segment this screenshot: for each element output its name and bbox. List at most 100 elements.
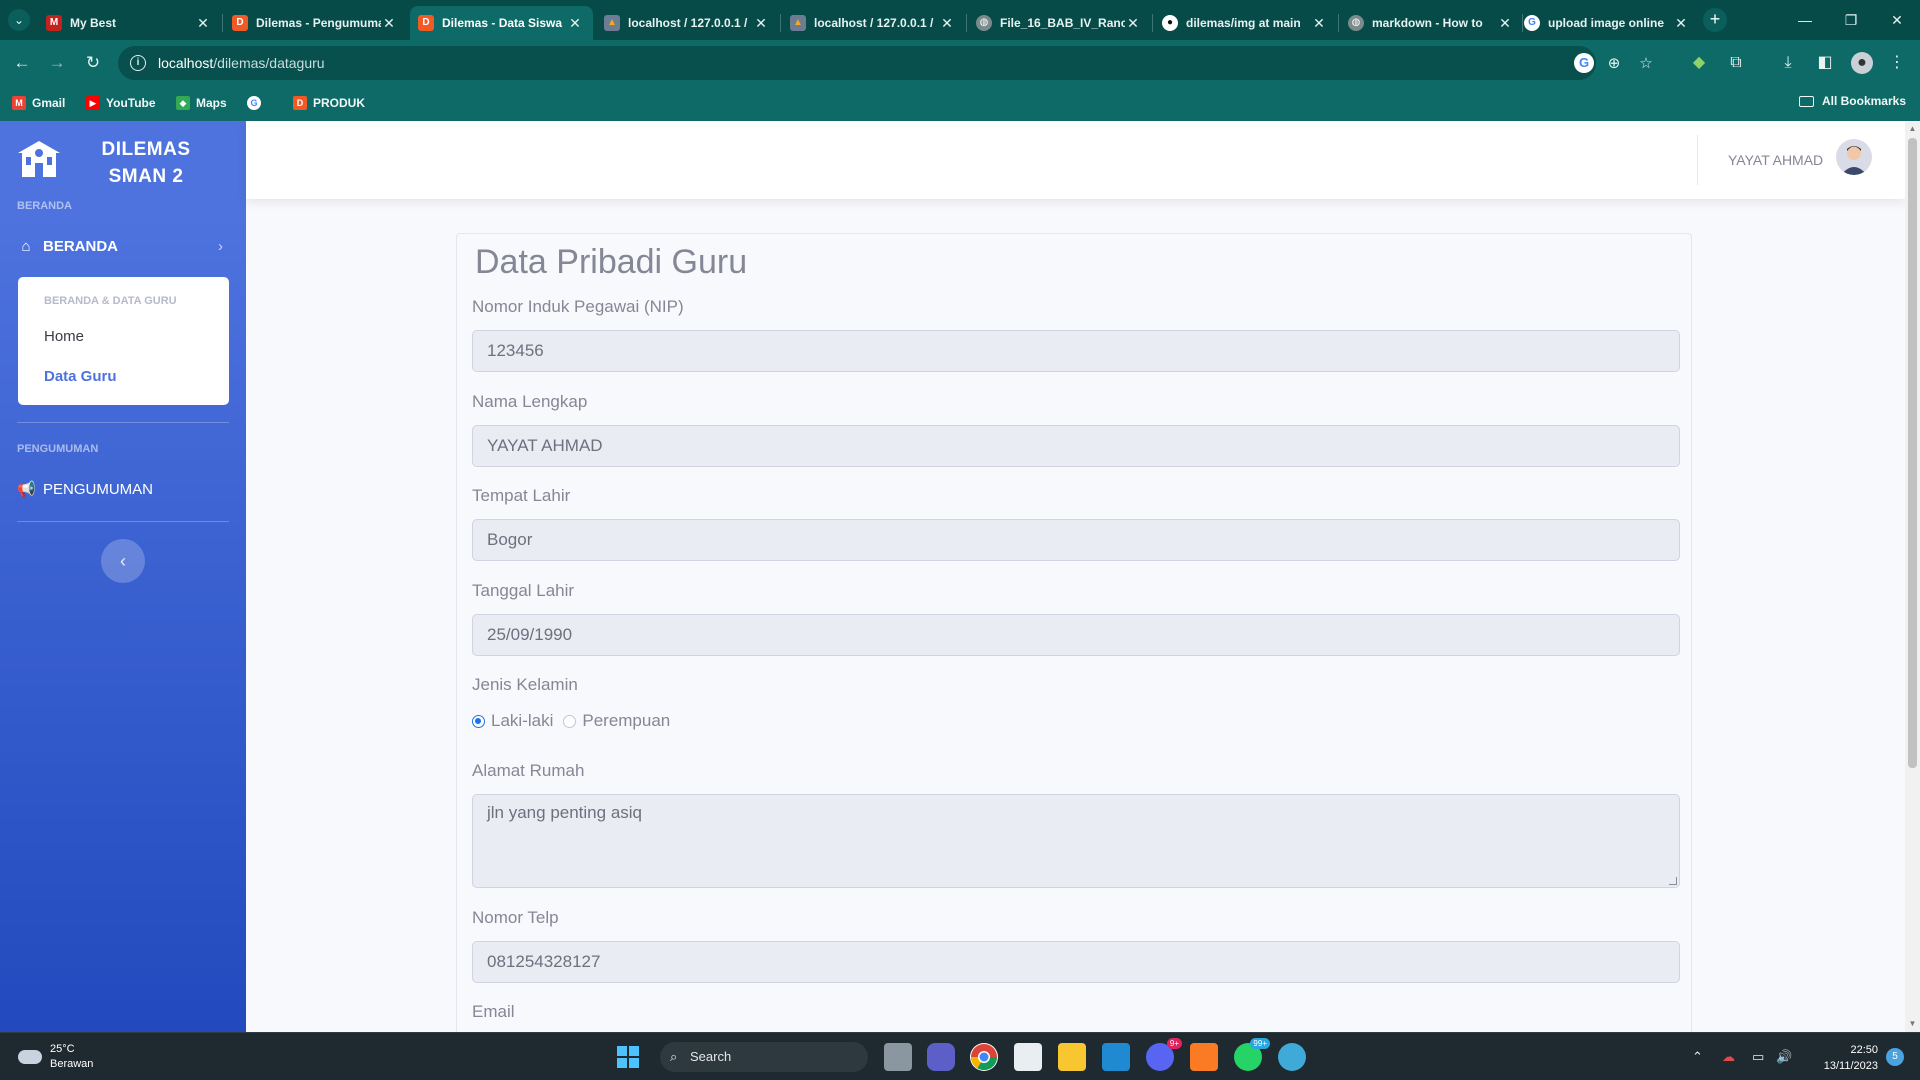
download-icon[interactable]: ⤓ bbox=[1777, 52, 1799, 74]
globe-app-icon[interactable] bbox=[1278, 1043, 1306, 1071]
brand-line1: DILEMAS bbox=[101, 139, 191, 160]
tab-close-icon[interactable]: ✕ bbox=[1673, 15, 1689, 32]
bookmark-produk[interactable]: D PRODUK bbox=[293, 94, 365, 112]
back-icon[interactable]: ← bbox=[9, 50, 35, 76]
tab-close-icon[interactable]: ✕ bbox=[1125, 15, 1141, 32]
browser-tab[interactable]: ◍ markdown - How to ✕ bbox=[1340, 6, 1523, 40]
browser-tab[interactable]: D Dilemas - Pengumuman ✕ bbox=[224, 6, 407, 40]
tempat-lahir-label: Tempat Lahir bbox=[472, 486, 571, 505]
resize-grip-icon[interactable] bbox=[1669, 877, 1677, 885]
alamat-textarea[interactable]: jln yang penting asiq bbox=[472, 794, 1680, 888]
whatsapp-icon[interactable]: 99+ bbox=[1234, 1038, 1270, 1071]
browser-tab[interactable]: ▲ localhost / 127.0.0.1 / ✕ bbox=[782, 6, 965, 40]
user-avatar-icon bbox=[1841, 146, 1867, 175]
tab-close-icon[interactable]: ✕ bbox=[1311, 15, 1327, 32]
bookmark-maps[interactable]: ◆ Maps bbox=[176, 94, 227, 112]
telp-field[interactable]: 081254328127 bbox=[472, 941, 1680, 983]
browser-tab[interactable]: ▲ localhost / 127.0.0.1 / ✕ bbox=[596, 6, 779, 40]
nama-field[interactable]: YAYAT AHMAD bbox=[472, 425, 1680, 467]
tab-title: Dilemas - Pengumuman bbox=[256, 16, 381, 30]
notification-badge[interactable]: 5 bbox=[1886, 1048, 1904, 1066]
task-view-icon[interactable] bbox=[884, 1043, 912, 1071]
sidebar-toggle-button[interactable]: ‹ bbox=[101, 539, 145, 583]
reload-icon[interactable]: ↻ bbox=[80, 50, 106, 76]
sidebar-item-pengumuman[interactable]: 📢 PENGUMUMAN bbox=[17, 474, 229, 504]
clock[interactable]: 22:50 13/11/2023 bbox=[1808, 1042, 1878, 1074]
sidebar-brand[interactable]: DILEMAS SMAN 2 bbox=[0, 131, 246, 191]
chrome-icon[interactable] bbox=[970, 1043, 998, 1071]
zoom-icon[interactable]: ⊕ bbox=[1604, 54, 1624, 74]
bookmark-label: YouTube bbox=[106, 96, 156, 110]
forward-icon[interactable]: → bbox=[44, 50, 70, 76]
windows-taskbar: 25°C Berawan ⌕ Search 9+ 99+ ⌃ ☁ ▭ 🔊 22:… bbox=[0, 1032, 1920, 1080]
user-name[interactable]: YAYAT AHMAD bbox=[1728, 152, 1823, 168]
scroll-up-icon[interactable]: ▲ bbox=[1908, 124, 1917, 133]
alamat-value: jln yang penting asiq bbox=[487, 803, 643, 822]
profile-avatar-icon[interactable]: ● bbox=[1851, 52, 1873, 74]
store-icon[interactable] bbox=[1014, 1043, 1042, 1071]
collapse-item-home[interactable]: Home bbox=[44, 328, 84, 345]
bookmark-star-icon[interactable]: ☆ bbox=[1636, 54, 1656, 74]
tanggal-lahir-field[interactable]: 25/09/1990 bbox=[472, 614, 1680, 656]
tab-close-icon[interactable]: ✕ bbox=[195, 15, 211, 32]
bookmark-google[interactable]: G bbox=[247, 94, 267, 112]
browser-tab[interactable]: M My Best ✕ bbox=[38, 6, 221, 40]
browser-tab[interactable]: G upload image online ✕ bbox=[1516, 6, 1699, 40]
clock-date: 13/11/2023 bbox=[1823, 1060, 1878, 1072]
new-tab-button[interactable]: + bbox=[1703, 8, 1727, 32]
gmail-icon: M bbox=[12, 96, 26, 110]
collapse-item-data-guru[interactable]: Data Guru bbox=[44, 368, 117, 385]
browser-tab-active[interactable]: D Dilemas - Data Siswa ✕ bbox=[410, 6, 593, 40]
tempat-lahir-field[interactable]: Bogor bbox=[472, 519, 1680, 561]
nip-field[interactable]: 123456 bbox=[472, 330, 1680, 372]
radio-laki-laki[interactable] bbox=[472, 714, 485, 728]
tab-close-icon[interactable]: ✕ bbox=[1497, 15, 1513, 32]
tab-search-icon[interactable]: ⌄ bbox=[8, 9, 30, 31]
xampp-icon[interactable] bbox=[1190, 1043, 1218, 1071]
teams-icon[interactable] bbox=[927, 1043, 955, 1071]
extension-icon[interactable]: ◆ bbox=[1688, 52, 1710, 74]
google-lens-icon[interactable]: G bbox=[1574, 53, 1594, 73]
page-scrollbar[interactable]: ▲ ▼ bbox=[1905, 121, 1920, 1032]
side-panel-icon[interactable]: ◧ bbox=[1814, 52, 1836, 74]
tab-close-icon[interactable]: ✕ bbox=[381, 15, 397, 32]
avatar[interactable] bbox=[1836, 139, 1872, 175]
home-icon: ⌂ bbox=[21, 237, 31, 255]
sidebar-collapse-menu: BERANDA & DATA GURU Home Data Guru bbox=[18, 277, 229, 405]
vscode-icon[interactable] bbox=[1102, 1043, 1130, 1071]
browser-tabstrip: ⌄ M My Best ✕ D Dilemas - Pengumuman ✕ D… bbox=[0, 0, 1920, 40]
scrollbar-thumb[interactable] bbox=[1908, 138, 1917, 768]
bookmark-gmail[interactable]: M Gmail bbox=[12, 94, 65, 112]
sidebar-item-beranda[interactable]: ⌂ BERANDA › bbox=[17, 231, 229, 261]
taskbar-search[interactable]: ⌕ Search bbox=[660, 1042, 868, 1072]
network-icon[interactable]: ▭ bbox=[1752, 1049, 1764, 1065]
browser-tab[interactable]: ● dilemas/img at main ✕ bbox=[1154, 6, 1337, 40]
address-bar[interactable]: i localhost/dilemas/dataguru G ⊕ ☆ bbox=[118, 46, 1653, 80]
minimize-icon[interactable]: — bbox=[1782, 8, 1828, 32]
menu-kebab-icon[interactable]: ⋮ bbox=[1886, 52, 1908, 74]
close-window-icon[interactable]: ✕ bbox=[1874, 8, 1920, 32]
address-url[interactable]: localhost/dilemas/dataguru bbox=[158, 55, 325, 71]
file-explorer-icon[interactable] bbox=[1058, 1043, 1086, 1071]
bookmark-youtube[interactable]: ▶ YouTube bbox=[86, 94, 156, 112]
tab-separator bbox=[780, 14, 781, 32]
bookmarks-bar: M Gmail ▶ YouTube ◆ Maps G D PRODUK All … bbox=[0, 85, 1920, 121]
tab-title: upload image online bbox=[1548, 16, 1665, 30]
weather-widget[interactable]: 25°C Berawan bbox=[18, 1042, 93, 1072]
radio-perempuan[interactable] bbox=[563, 714, 577, 728]
start-icon[interactable] bbox=[614, 1043, 642, 1071]
scroll-down-icon[interactable]: ▼ bbox=[1908, 1019, 1917, 1028]
volume-icon[interactable]: 🔊 bbox=[1776, 1049, 1792, 1065]
extensions-puzzle-icon[interactable]: ⧉ bbox=[1725, 52, 1747, 74]
browser-tab[interactable]: ◍ File_16_BAB_IV_Rancangan ✕ bbox=[968, 6, 1151, 40]
all-bookmarks-button[interactable]: All Bookmarks bbox=[1798, 94, 1906, 108]
restore-icon[interactable]: ❐ bbox=[1828, 8, 1874, 32]
tray-overflow-icon[interactable]: ⌃ bbox=[1692, 1049, 1703, 1065]
tab-close-icon[interactable]: ✕ bbox=[939, 15, 955, 32]
tab-close-icon[interactable]: ✕ bbox=[753, 15, 769, 32]
site-info-icon[interactable]: i bbox=[130, 55, 146, 71]
nip-label: Nomor Induk Pegawai (NIP) bbox=[472, 297, 684, 316]
tab-close-icon[interactable]: ✕ bbox=[567, 15, 583, 32]
onedrive-icon[interactable]: ☁ bbox=[1722, 1049, 1735, 1065]
discord-icon[interactable]: 9+ bbox=[1146, 1038, 1182, 1071]
